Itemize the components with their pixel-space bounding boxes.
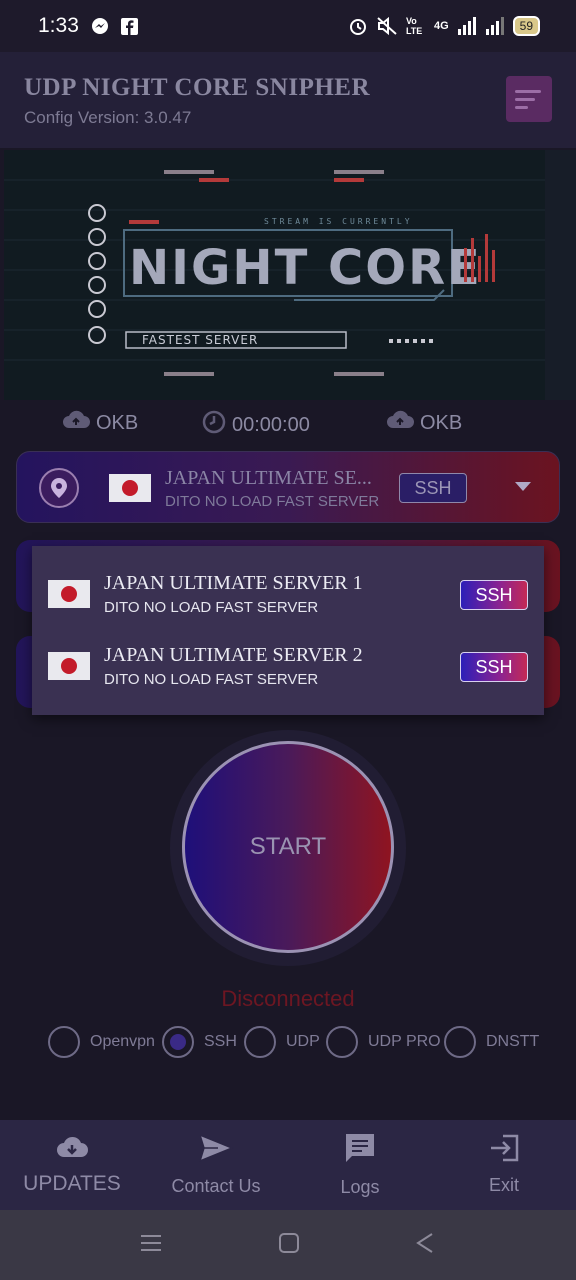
server-name: JAPAN ULTIMATE SERVER 2 <box>104 644 363 666</box>
menu-icon-line <box>515 105 528 109</box>
server-dropdown: JAPAN ULTIMATE SERVER 1 DITO NO LOAD FAS… <box>32 546 544 715</box>
server-tag: SSH <box>460 580 528 610</box>
night-core-banner: NIGHT CORE STREAM IS CURRENTLY FASTEST S… <box>4 150 545 400</box>
cloud-upload-icon <box>62 410 90 436</box>
server-name: JAPAN ULTIMATE SERVER 1 <box>104 572 363 594</box>
upload-value: OKB <box>420 411 463 434</box>
network-type: 4G <box>433 20 449 32</box>
japan-flag-icon <box>48 580 90 608</box>
nav-label: Logs <box>340 1177 380 1197</box>
chat-icon <box>344 1132 376 1169</box>
timer-stat: 00:00:00 <box>202 410 310 440</box>
clock: 1:33 <box>38 14 79 37</box>
nav-label: Contact Us <box>171 1176 261 1196</box>
system-navigation-bar <box>0 1210 576 1280</box>
japan-flag-icon <box>48 652 90 680</box>
mute-icon <box>376 16 398 36</box>
server-selector[interactable]: JAPAN ULTIMATE SE... DITO NO LOAD FAST S… <box>16 451 560 523</box>
protocol-udp-pro[interactable]: UDP PRO <box>326 1026 441 1058</box>
server-description: DITO NO LOAD FAST SERVER <box>104 599 319 616</box>
back-icon[interactable] <box>414 1232 436 1259</box>
bottom-navigation: UPDATES Contact Us Logs Exit <box>0 1120 576 1210</box>
clock-icon <box>202 410 226 440</box>
protocol-selector: Openvpn SSH UDP UDP PRO DNSTT <box>48 1026 548 1060</box>
selected-server-tag: SSH <box>399 473 467 503</box>
menu-icon <box>515 89 541 93</box>
server-tag: SSH <box>460 652 528 682</box>
banner-headline: NIGHT CORE <box>129 240 482 296</box>
dropdown-item-server-1[interactable]: JAPAN ULTIMATE SERVER 1 DITO NO LOAD FAS… <box>32 558 544 630</box>
app-header: UDP NIGHT CORE SNIPHER Config Version: 3… <box>0 52 576 148</box>
banner-graphic: NIGHT CORE STREAM IS CURRENTLY FASTEST S… <box>4 150 545 400</box>
protocol-label: UDP <box>286 1033 320 1050</box>
messenger-icon <box>91 17 109 35</box>
facebook-icon <box>120 17 138 35</box>
selected-server-name: JAPAN ULTIMATE SE... <box>165 467 372 489</box>
protocol-ssh[interactable]: SSH <box>162 1026 237 1058</box>
protocol-label: DNSTT <box>486 1033 540 1050</box>
nav-label: Exit <box>488 1175 519 1195</box>
home-icon[interactable] <box>278 1232 300 1259</box>
radio-button[interactable] <box>244 1026 276 1058</box>
download-value: OKB <box>96 411 139 434</box>
server-description: DITO NO LOAD FAST SERVER <box>104 671 319 688</box>
protocol-label: UDP PRO <box>368 1033 441 1050</box>
nav-exit[interactable]: Exit <box>456 1120 552 1210</box>
send-icon <box>198 1133 234 1168</box>
location-pin-icon <box>39 468 79 508</box>
nav-label: UPDATES <box>23 1171 121 1195</box>
upload-stat: OKB <box>386 410 462 436</box>
status-bar: 1:33 Vo LTE 4G 59 <box>0 0 576 52</box>
download-stat: OKB <box>62 410 138 436</box>
radio-button[interactable] <box>326 1026 358 1058</box>
menu-icon-line <box>515 97 535 101</box>
cloud-download-icon <box>56 1135 88 1164</box>
connection-status: Disconnected <box>221 986 355 1011</box>
alarm-icon <box>348 16 368 36</box>
chevron-down-icon[interactable] <box>515 482 531 491</box>
timer-value: 00:00:00 <box>232 413 310 436</box>
config-version: Config Version: 3.0.47 <box>24 108 192 127</box>
exit-icon <box>489 1134 519 1167</box>
banner-caption: FASTEST SERVER <box>142 333 258 347</box>
start-button[interactable]: START <box>182 741 394 953</box>
recent-apps-icon[interactable] <box>140 1232 162 1259</box>
menu-button[interactable] <box>506 76 552 122</box>
dropdown-item-server-2[interactable]: JAPAN ULTIMATE SERVER 2 DITO NO LOAD FAS… <box>32 630 544 702</box>
nav-logs[interactable]: Logs <box>312 1120 408 1210</box>
radio-button[interactable] <box>444 1026 476 1058</box>
signal-icon <box>457 17 477 35</box>
nav-contact[interactable]: Contact Us <box>160 1120 272 1210</box>
selected-server-description: DITO NO LOAD FAST SERVER <box>165 493 380 510</box>
nav-updates[interactable]: UPDATES <box>14 1120 130 1210</box>
volte-label: Vo LTE <box>405 16 423 36</box>
protocol-udp[interactable]: UDP <box>244 1026 320 1058</box>
protocol-label: Openvpn <box>90 1033 155 1050</box>
protocol-label: SSH <box>204 1033 237 1050</box>
radio-button[interactable] <box>48 1026 80 1058</box>
traffic-stats: OKB 00:00:00 OKB <box>0 404 576 444</box>
banner-edge <box>545 150 576 400</box>
app-title: UDP NIGHT CORE SNIPHER <box>24 74 371 101</box>
battery-level: 59 <box>512 16 540 36</box>
signal-2-icon <box>485 17 505 35</box>
cloud-upload-icon <box>386 410 414 436</box>
japan-flag-icon <box>109 474 151 502</box>
protocol-dnstt[interactable]: DNSTT <box>444 1026 539 1058</box>
protocol-openvpn[interactable]: Openvpn <box>48 1026 155 1058</box>
radio-button-checked[interactable] <box>162 1026 194 1058</box>
banner-tagline: STREAM IS CURRENTLY <box>264 217 413 226</box>
